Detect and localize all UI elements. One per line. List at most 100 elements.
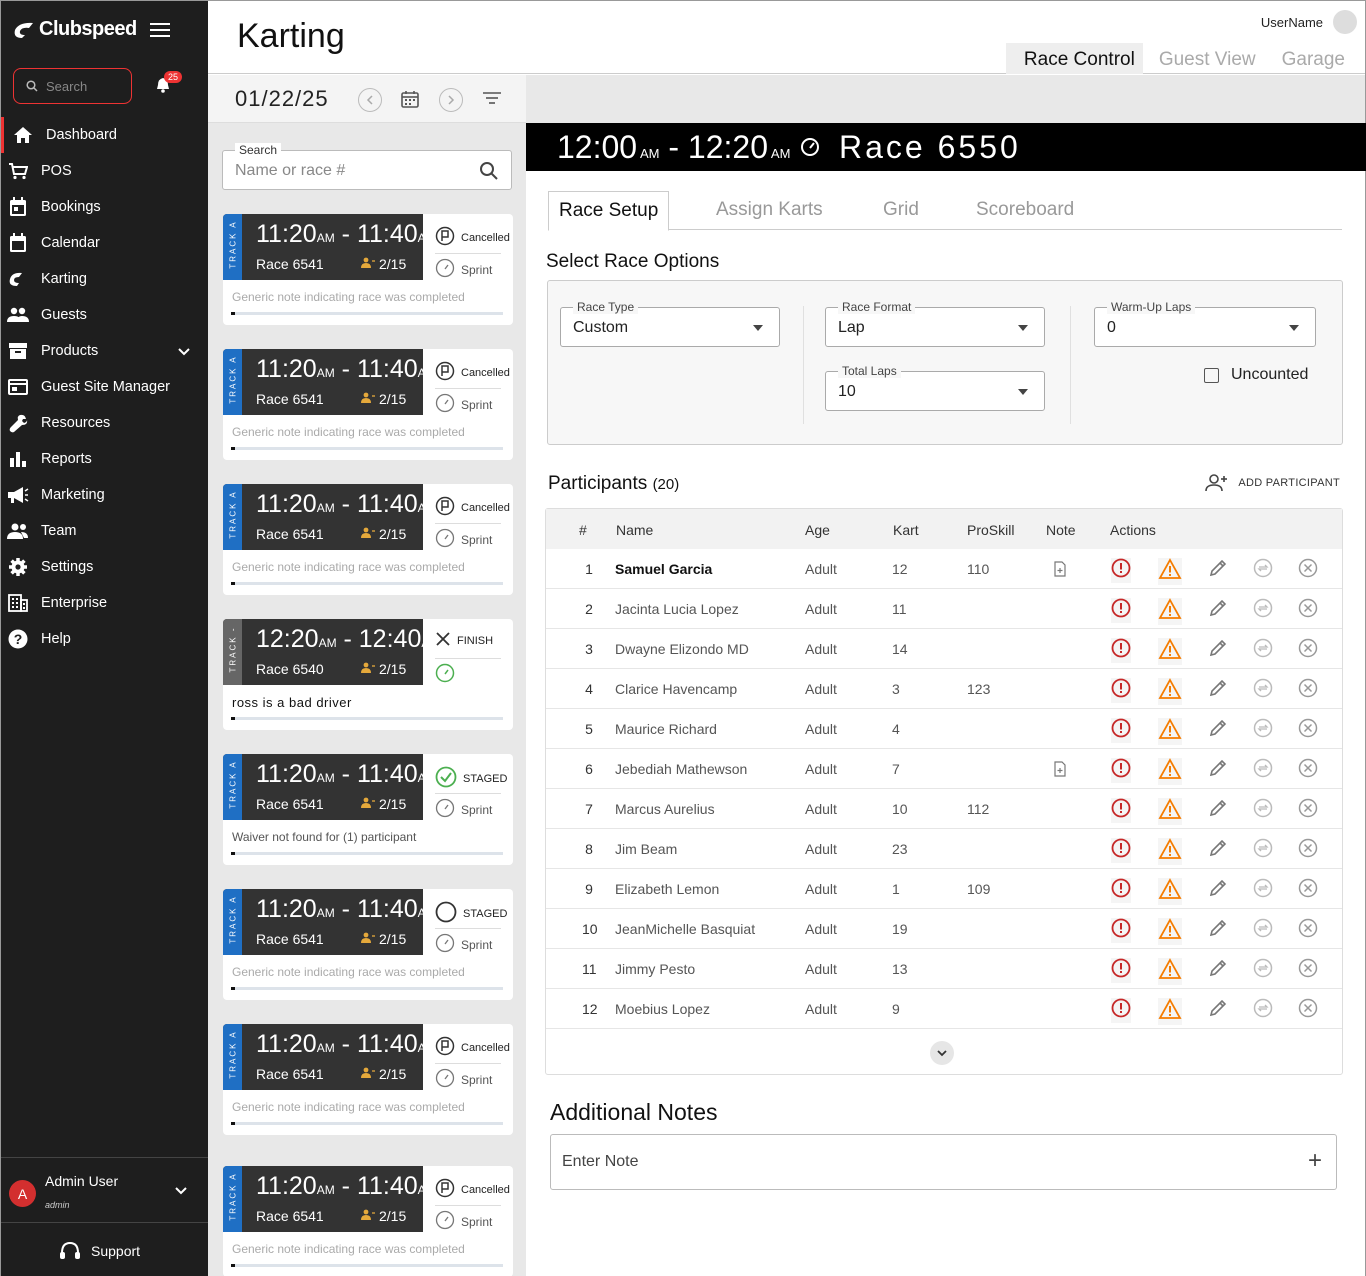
expand-list-button[interactable]: [930, 1041, 954, 1065]
remove-icon[interactable]: [1298, 638, 1318, 663]
race-card[interactable]: TRACK A 11:20AM - 11:40AM Race 6541 2/15 STA…: [223, 754, 513, 865]
filter-icon[interactable]: [482, 91, 502, 105]
error-icon[interactable]: [1111, 598, 1131, 623]
warning-icon[interactable]: [1158, 918, 1182, 945]
swap-icon[interactable]: [1253, 598, 1273, 623]
sidebar-item-karting[interactable]: Karting: [1, 261, 208, 297]
sidebar-item-marketing[interactable]: Marketing: [1, 477, 208, 513]
warmup-laps-select[interactable]: Warm-Up Laps 0: [1094, 300, 1316, 347]
sidebar-item-dashboard[interactable]: Dashboard: [1, 117, 208, 153]
remove-icon[interactable]: [1298, 558, 1318, 583]
remove-icon[interactable]: [1298, 798, 1318, 823]
warning-icon[interactable]: [1158, 878, 1182, 905]
sidebar-item-enterprise[interactable]: Enterprise: [1, 585, 208, 621]
edit-icon[interactable]: [1208, 558, 1228, 583]
swap-icon[interactable]: [1253, 798, 1273, 823]
table-row[interactable]: 5 Maurice Richard Adult 4: [546, 709, 1342, 749]
tab-race-setup[interactable]: Race Setup: [548, 191, 670, 231]
user-menu[interactable]: A Admin User admin: [1, 1157, 208, 1223]
remove-icon[interactable]: [1298, 878, 1318, 903]
race-card[interactable]: TRACK A 11:20AM - 11:40AM Race 6541 2/15 Can…: [223, 1024, 513, 1135]
race-card[interactable]: TRACK A 11:20AM - 11:40AM Race 6541 2/15 Can…: [223, 1166, 513, 1276]
sidebar-item-resources[interactable]: Resources: [1, 405, 208, 441]
edit-icon[interactable]: [1208, 998, 1228, 1023]
remove-icon[interactable]: [1298, 718, 1318, 743]
menu-icon[interactable]: [150, 21, 170, 39]
error-icon[interactable]: [1111, 918, 1131, 943]
edit-icon[interactable]: [1208, 958, 1228, 983]
swap-icon[interactable]: [1253, 878, 1273, 903]
tab-scoreboard[interactable]: Scoreboard: [976, 191, 1074, 230]
sidebar-item-settings[interactable]: Settings: [1, 549, 208, 585]
chevron-down-icon[interactable]: [178, 344, 190, 360]
error-icon[interactable]: [1111, 998, 1131, 1023]
warning-icon[interactable]: [1158, 638, 1182, 665]
uncounted-checkbox[interactable]: Uncounted: [1204, 366, 1308, 384]
remove-icon[interactable]: [1298, 598, 1318, 623]
add-participant-button[interactable]: ADD PARTICIPANT: [1204, 474, 1340, 492]
edit-icon[interactable]: [1208, 878, 1228, 903]
tab-race-control[interactable]: Race Control: [1005, 43, 1143, 74]
note-input[interactable]: Enter Note +: [550, 1134, 1337, 1190]
edit-icon[interactable]: [1208, 838, 1228, 863]
table-row[interactable]: 11 Jimmy Pesto Adult 13: [546, 949, 1342, 989]
calendar-icon[interactable]: [400, 89, 420, 109]
race-type-select[interactable]: Race Type Custom: [560, 300, 780, 347]
sidebar-item-guests[interactable]: Guests: [1, 297, 208, 333]
edit-icon[interactable]: [1208, 678, 1228, 703]
swap-icon[interactable]: [1253, 918, 1273, 943]
race-card[interactable]: TRACK A 11:20AM - 11:40AM Race 6541 2/15 Can…: [223, 349, 513, 460]
table-row[interactable]: 10 JeanMichelle Basquiat Adult 19: [546, 909, 1342, 949]
table-row[interactable]: 4 Clarice Havencamp Adult 3 123: [546, 669, 1342, 709]
race-search-input[interactable]: Search Name or race #: [222, 143, 512, 190]
remove-icon[interactable]: [1298, 998, 1318, 1023]
note-icon[interactable]: [1053, 561, 1067, 582]
warning-icon[interactable]: [1158, 998, 1182, 1025]
table-row[interactable]: 8 Jim Beam Adult 23: [546, 829, 1342, 869]
swap-icon[interactable]: [1253, 838, 1273, 863]
tab-assign-karts[interactable]: Assign Karts: [716, 191, 823, 230]
sidebar-item-guest-site-manager[interactable]: Guest Site Manager: [1, 369, 208, 405]
table-row[interactable]: 9 Elizabeth Lemon Adult 1 109: [546, 869, 1342, 909]
race-card[interactable]: TRACK A 11:20AM - 11:40AM Race 6541 2/15 Can…: [223, 484, 513, 595]
warning-icon[interactable]: [1158, 838, 1182, 865]
add-note-icon[interactable]: +: [1308, 1149, 1322, 1173]
remove-icon[interactable]: [1298, 918, 1318, 943]
warning-icon[interactable]: [1158, 598, 1182, 625]
note-icon[interactable]: [1053, 761, 1067, 782]
table-row[interactable]: 2 Jacinta Lucia Lopez Adult 11: [546, 589, 1342, 629]
sidebar-item-pos[interactable]: POS: [1, 153, 208, 189]
header-username[interactable]: UserName: [1261, 15, 1323, 30]
error-icon[interactable]: [1111, 678, 1131, 703]
swap-icon[interactable]: [1253, 558, 1273, 583]
warning-icon[interactable]: [1158, 798, 1182, 825]
swap-icon[interactable]: [1253, 678, 1273, 703]
error-icon[interactable]: [1111, 718, 1131, 743]
warning-icon[interactable]: [1158, 678, 1182, 705]
next-day-button[interactable]: [439, 88, 463, 112]
error-icon[interactable]: [1111, 638, 1131, 663]
remove-icon[interactable]: [1298, 678, 1318, 703]
warning-icon[interactable]: [1158, 958, 1182, 985]
race-format-select[interactable]: Race Format Lap: [825, 300, 1045, 347]
edit-icon[interactable]: [1208, 918, 1228, 943]
support-link[interactable]: Support: [59, 1241, 140, 1261]
table-row[interactable]: 7 Marcus Aurelius Adult 10 112: [546, 789, 1342, 829]
sidebar-item-help[interactable]: ? Help: [1, 621, 208, 657]
table-row[interactable]: 12 Moebius Lopez Adult 9: [546, 989, 1342, 1029]
sidebar-search[interactable]: Search: [13, 68, 132, 104]
tab-grid[interactable]: Grid: [883, 191, 919, 230]
table-row[interactable]: 3 Dwayne Elizondo MD Adult 14: [546, 629, 1342, 669]
error-icon[interactable]: [1111, 838, 1131, 863]
warning-icon[interactable]: [1158, 718, 1182, 745]
swap-icon[interactable]: [1253, 998, 1273, 1023]
warning-icon[interactable]: [1158, 758, 1182, 785]
tab-garage[interactable]: Garage: [1272, 43, 1355, 74]
race-card[interactable]: TRACK A 11:20AM - 11:40AM Race 6541 2/15 Can…: [223, 214, 513, 325]
remove-icon[interactable]: [1298, 758, 1318, 783]
edit-icon[interactable]: [1208, 798, 1228, 823]
error-icon[interactable]: [1111, 558, 1131, 583]
chevron-down-icon[interactable]: [175, 1187, 187, 1195]
clubspeed-logo[interactable]: Clubspeed: [13, 18, 137, 41]
swap-icon[interactable]: [1253, 638, 1273, 663]
